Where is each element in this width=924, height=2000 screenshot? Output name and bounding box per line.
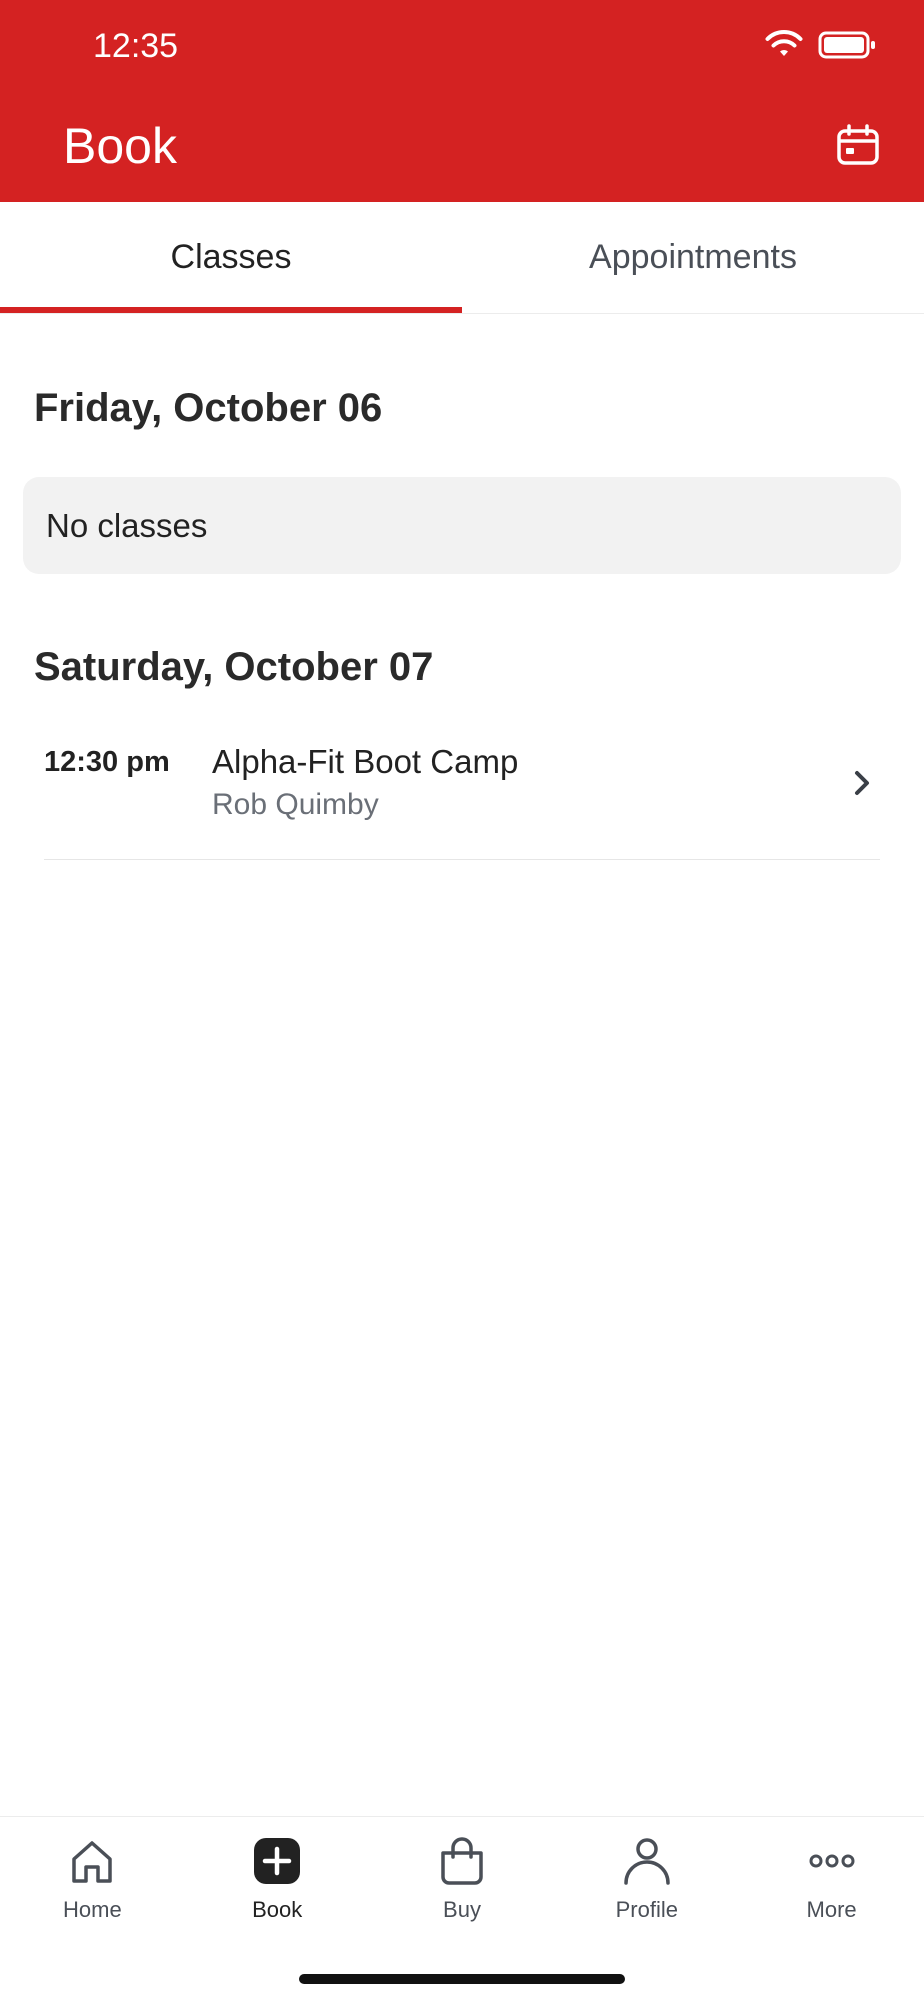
nav-label: Buy	[443, 1897, 481, 1922]
nav-book[interactable]: Book	[185, 1817, 370, 1937]
nav-profile[interactable]: Profile	[554, 1817, 739, 1937]
tab-classes[interactable]: Classes	[0, 202, 462, 313]
nav-label: More	[806, 1897, 857, 1922]
calendar-icon	[837, 124, 879, 165]
nav-label: Book	[252, 1897, 303, 1922]
empty-text: No classes	[46, 506, 208, 544]
ellipsis-icon	[809, 1854, 855, 1868]
class-name: Alpha-Fit Boot Camp	[212, 743, 519, 780]
status-time: 12:35	[93, 27, 179, 65]
wifi-icon	[765, 30, 803, 56]
battery-icon	[818, 31, 875, 59]
book-screen: 12:35 Book Classes Appointments Friday, …	[0, 0, 924, 2000]
nav-home[interactable]: Home	[0, 1817, 185, 1937]
plus-square-icon	[254, 1838, 301, 1884]
tab-appointments[interactable]: Appointments	[462, 202, 924, 313]
status-icons	[764, 30, 876, 60]
bottom-nav: Home Book Buy Profile More	[0, 1816, 924, 2000]
person-icon	[624, 1838, 670, 1885]
chevron-right-icon	[850, 768, 874, 798]
nav-label: Profile	[615, 1897, 678, 1922]
nav-more[interactable]: More	[739, 1817, 924, 1937]
tab-bar: Classes Appointments	[0, 202, 924, 314]
nav-label: Home	[63, 1897, 122, 1922]
no-classes-message: No classes	[23, 477, 901, 574]
class-time: 12:30 pm	[44, 746, 170, 778]
day-heading: Saturday, October 07	[34, 645, 434, 689]
nav-buy[interactable]: Buy	[370, 1817, 555, 1937]
shopping-bag-icon	[441, 1837, 483, 1885]
home-icon	[72, 1841, 113, 1883]
class-instructor: Rob Quimby	[212, 788, 379, 821]
calendar-button[interactable]	[834, 122, 882, 170]
page-title: Book	[63, 118, 177, 174]
app-header: 12:35 Book	[0, 0, 924, 202]
day-heading: Friday, October 06	[34, 386, 383, 430]
home-indicator	[299, 1974, 625, 1984]
class-list-item[interactable]: 12:30 pm Alpha-Fit Boot Camp Rob Quimby	[44, 720, 880, 860]
